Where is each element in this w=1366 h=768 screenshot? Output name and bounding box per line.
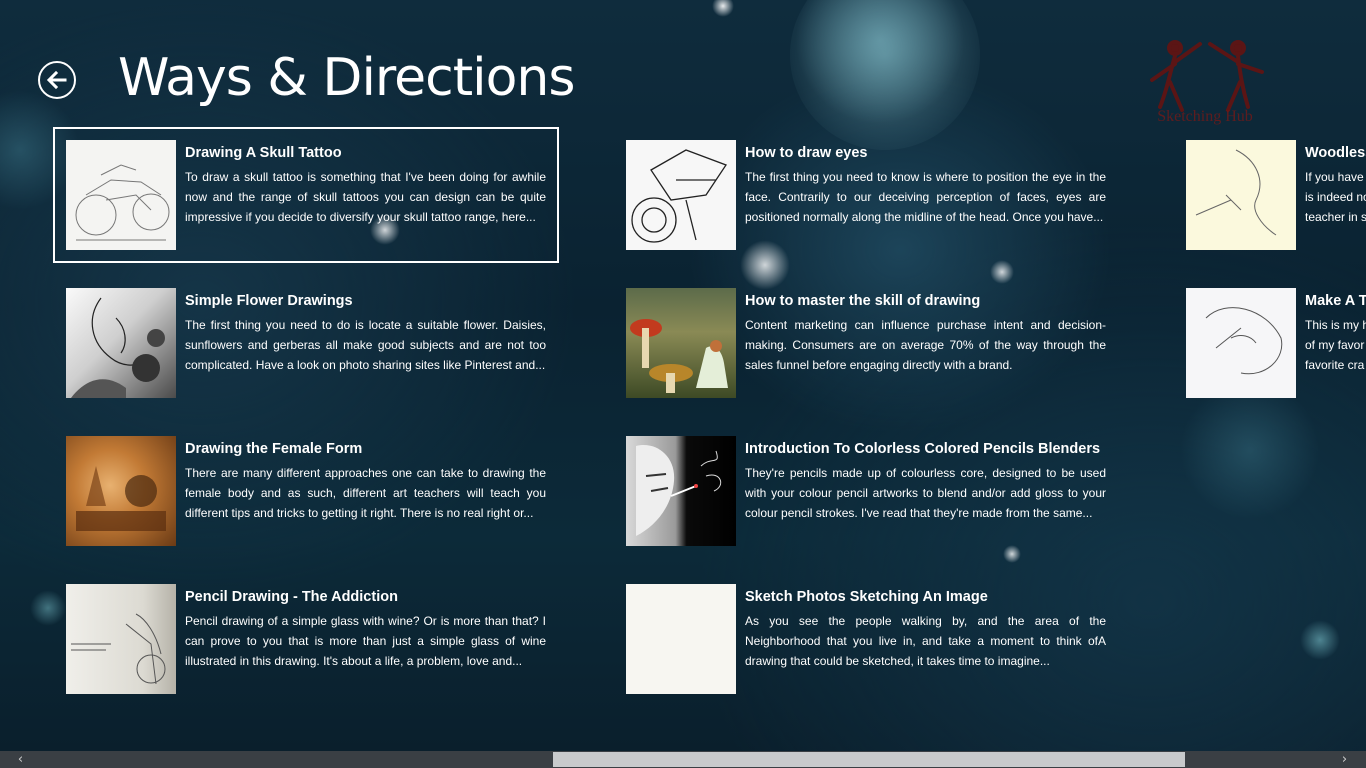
- still-life-painting-image: [76, 466, 166, 531]
- article-title: How to master the skill of drawing: [745, 293, 981, 309]
- article-title: Pencil Drawing - The Addiction: [185, 589, 398, 605]
- article-description: There are many different approaches one …: [185, 466, 546, 520]
- article-title: Drawing the Female Form: [185, 441, 363, 457]
- article-description: Content marketing can influence purchase…: [745, 318, 1106, 372]
- article-thumbnail: [66, 584, 176, 694]
- article-thumbnail: [626, 140, 736, 250]
- motorcycle-sketch-image: [75, 164, 170, 241]
- article-item[interactable]: How to draw eyes The first thing you nee…: [626, 140, 1106, 250]
- article-description: As you see the people walking by, and th…: [745, 614, 1106, 668]
- article-description: Pencil drawing of a simple glass with wi…: [185, 614, 546, 668]
- article-description: The first thing you need to know is wher…: [745, 170, 1106, 224]
- article-grid: Drawing A Skull Tattoo To draw a skull t…: [0, 0, 1366, 750]
- man-smoking-sketch-image: [636, 445, 722, 536]
- mushroom-fantasy-image: [630, 319, 728, 393]
- article-item[interactable]: Pencil Drawing - The Addiction Pencil dr…: [66, 584, 546, 694]
- article-description: If you have is indeed no teacher in s: [1305, 170, 1366, 224]
- article-title: Introduction To Colorless Colored Pencil…: [745, 441, 1101, 457]
- article-thumbnail: [626, 584, 736, 694]
- article-item[interactable]: Drawing the Female Form There are many d…: [66, 436, 546, 546]
- article-description: They're pencils made up of colourless co…: [745, 466, 1106, 520]
- article-title: Drawing A Skull Tattoo: [185, 145, 342, 161]
- article-thumbnail: [626, 288, 736, 398]
- article-thumbnail: [66, 288, 176, 398]
- face-sketch-image: [1205, 307, 1283, 375]
- article-title: How to draw eyes: [745, 145, 868, 161]
- motorcycle-sketch-image: [631, 149, 727, 243]
- article-item[interactable]: Make A T This is my h of my favor favori…: [1186, 288, 1366, 398]
- woodless-pencil-sketch-image: [1195, 149, 1277, 236]
- article-description: This is my h of my favor favorite cra: [1305, 318, 1366, 372]
- horizontal-scrollbar[interactable]: ‹ ›: [0, 751, 1366, 768]
- scroll-right-arrow-icon[interactable]: ›: [1336, 751, 1353, 768]
- article-thumbnail: [1186, 288, 1296, 398]
- article-item[interactable]: How to master the skill of drawing Conte…: [626, 288, 1106, 398]
- article-thumbnail: [66, 140, 176, 250]
- article-title: Sketch Photos Sketching An Image: [745, 589, 988, 605]
- article-item[interactable]: Simple Flower Drawings The first thing y…: [66, 288, 546, 398]
- scroll-left-arrow-icon[interactable]: ‹: [12, 751, 29, 768]
- article-description: The first thing you need to do is locate…: [185, 318, 546, 372]
- article-title: Simple Flower Drawings: [185, 293, 353, 309]
- article-title: Make A T: [1305, 293, 1366, 309]
- article-item[interactable]: Introduction To Colorless Colored Pencil…: [626, 436, 1106, 546]
- article-thumbnail: [626, 436, 736, 546]
- pencil-drawing-image: [71, 613, 166, 685]
- woman-flower-sketch-image: [71, 297, 165, 398]
- article-title: Woodless: [1305, 145, 1366, 161]
- article-item[interactable]: Woodless If you have is indeed no teache…: [1186, 140, 1366, 250]
- article-description: To draw a skull tattoo is something that…: [185, 170, 546, 224]
- scrollbar-thumb[interactable]: [553, 752, 1185, 767]
- article-thumbnail: [66, 436, 176, 546]
- article-item[interactable]: Sketch Photos Sketching An Image As you …: [626, 584, 1106, 694]
- article-thumbnail: [1186, 140, 1296, 250]
- article-item[interactable]: Drawing A Skull Tattoo To draw a skull t…: [53, 127, 559, 263]
